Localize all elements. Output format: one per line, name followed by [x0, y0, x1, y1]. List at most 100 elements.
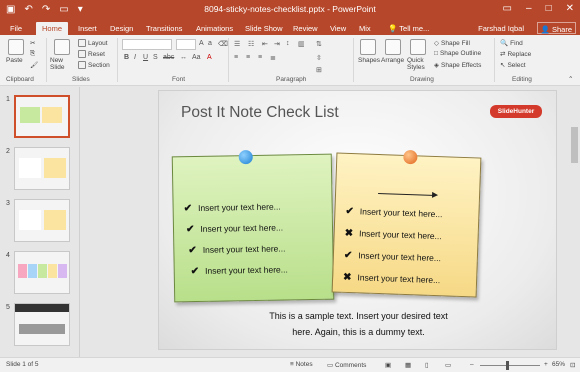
slide-thumbnail-1[interactable] — [14, 95, 70, 138]
clear-formatting-icon[interactable]: ⌫ — [218, 40, 228, 48]
ribbon-display-icon[interactable]: ▭ — [503, 3, 512, 14]
decrease-indent-icon[interactable]: ⇤ — [262, 40, 268, 48]
shape-fill-button[interactable]: ◇ Shape Fill — [434, 39, 470, 48]
thumbnail-number: 2 — [6, 148, 10, 155]
tab-view[interactable]: View — [330, 22, 346, 35]
paste-button[interactable]: Paste — [6, 57, 23, 64]
slide-thumbnail-5[interactable] — [14, 303, 70, 346]
thumb-note-pink — [18, 264, 27, 278]
line-spacing-icon[interactable]: ↕ — [286, 40, 290, 47]
reading-view-icon[interactable]: ▯ — [425, 361, 429, 369]
maximize-icon[interactable]: □ — [546, 3, 552, 14]
replace-button[interactable]: ⇄ Replace — [500, 50, 531, 59]
shrink-font-icon[interactable]: a — [208, 40, 212, 47]
smartart-icon[interactable]: ⊞ — [316, 66, 322, 74]
shape-outline-button[interactable]: □ Shape Outline — [434, 50, 481, 57]
tab-review[interactable]: Review — [293, 22, 318, 35]
collapse-ribbon-icon[interactable]: ⌃ — [568, 75, 573, 83]
tab-file[interactable]: File — [10, 22, 22, 35]
shapes-button[interactable]: Shapes — [358, 57, 380, 64]
grow-font-icon[interactable]: A — [199, 40, 204, 47]
comments-button[interactable]: ▭ Comments — [327, 361, 366, 369]
select-button[interactable]: ↖ Select — [500, 61, 526, 70]
new-slide-icon[interactable] — [54, 39, 70, 55]
slideshow-view-icon[interactable]: ▭ — [445, 361, 451, 369]
sample-text-line-2[interactable]: here. Again, this is a dummy text. — [159, 327, 558, 337]
shapes-icon[interactable] — [360, 39, 376, 55]
italic-icon[interactable]: I — [134, 54, 136, 61]
normal-view-icon[interactable]: ▣ — [385, 361, 391, 369]
slides-group-label: Slides — [72, 76, 90, 83]
quick-styles-button[interactable]: Quick Styles — [407, 57, 431, 71]
cut-icon[interactable]: ✂ — [30, 39, 35, 47]
arrange-button[interactable]: Arrange — [381, 57, 404, 64]
align-right-icon[interactable]: ≡ — [258, 54, 262, 61]
find-button[interactable]: 🔍 Find — [500, 39, 523, 48]
font-name-field[interactable] — [122, 39, 172, 50]
share-icon: 👤 — [540, 25, 552, 34]
align-left-icon[interactable]: ≡ — [234, 54, 238, 61]
slide-thumbnail-3[interactable] — [14, 199, 70, 242]
current-slide[interactable]: Post It Note Check List SlideHunter ✔ Ins… — [158, 90, 557, 350]
justify-icon[interactable]: ≣ — [270, 54, 276, 62]
minimize-icon[interactable]: – — [526, 3, 532, 14]
close-icon[interactable]: ✕ — [566, 3, 574, 14]
tab-transitions[interactable]: Transitions — [146, 22, 182, 35]
change-case-icon[interactable]: Aa — [192, 54, 201, 61]
tab-design[interactable]: Design — [110, 22, 133, 35]
thumbnail-scrollbar[interactable] — [82, 88, 91, 356]
columns-icon[interactable]: ▥ — [298, 40, 305, 48]
zoom-level[interactable]: 65% — [552, 361, 565, 368]
tell-me-box[interactable]: 💡 Tell me... — [388, 22, 429, 35]
green-item-1: ✔ Insert your text here... — [183, 201, 281, 215]
align-text-icon[interactable]: ⇳ — [316, 54, 322, 62]
reset-icon — [78, 50, 86, 58]
tab-animations[interactable]: Animations — [196, 22, 233, 35]
format-painter-icon[interactable]: 🖌 — [30, 61, 38, 69]
tab-home[interactable]: Home — [36, 22, 69, 35]
zoom-slider[interactable] — [480, 365, 540, 366]
copy-icon[interactable]: ⎘ — [30, 50, 35, 58]
strikethrough-icon[interactable]: abc — [163, 54, 174, 61]
reset-button[interactable]: Reset — [78, 50, 105, 58]
shape-effects-button[interactable]: ◈ Shape Effects — [434, 61, 481, 70]
sample-text-line-1[interactable]: This is a sample text. Insert your desir… — [159, 311, 558, 321]
slide-sorter-icon[interactable]: ▦ — [405, 361, 411, 369]
text-direction-icon[interactable]: ⇅ — [316, 40, 322, 48]
tab-slide-show[interactable]: Slide Show — [245, 22, 283, 35]
slide-scrollbar[interactable] — [570, 87, 580, 357]
tab-mix[interactable]: Mix — [359, 22, 371, 35]
slide-title[interactable]: Post It Note Check List — [181, 104, 339, 122]
layout-button[interactable]: Layout — [78, 39, 108, 47]
numbering-icon[interactable]: ☷ — [248, 40, 254, 48]
new-slide-button[interactable]: New Slide — [50, 57, 74, 71]
notes-button[interactable]: ≡ Notes — [290, 361, 313, 368]
green-sticky-note[interactable]: ✔ Insert your text here... ✔ Insert your t… — [171, 149, 335, 303]
paste-icon[interactable] — [8, 39, 24, 55]
char-spacing-icon[interactable]: ↔ — [180, 54, 187, 61]
slide-thumbnail-4[interactable] — [14, 251, 70, 294]
increase-indent-icon[interactable]: ⇥ — [274, 40, 280, 48]
arrange-icon[interactable] — [385, 39, 401, 55]
align-center-icon[interactable]: ≡ — [246, 54, 250, 61]
scrollbar-thumb[interactable] — [571, 127, 578, 163]
font-color-icon[interactable]: A — [207, 54, 212, 61]
yellow-sticky-note[interactable]: ✔ Insert your text here... ✖ Insert your t… — [331, 149, 482, 298]
shape-effects-icon: ◈ — [434, 62, 439, 69]
tab-insert[interactable]: Insert — [78, 22, 97, 35]
shadow-icon[interactable]: S — [153, 54, 158, 61]
bold-icon[interactable]: B — [124, 54, 129, 61]
lightbulb-icon: 💡 — [388, 24, 400, 33]
bullets-icon[interactable]: ☰ — [234, 40, 240, 48]
zoom-out-icon[interactable]: – — [470, 361, 474, 368]
underline-icon[interactable]: U — [143, 54, 148, 61]
slide-thumbnail-2[interactable] — [14, 147, 70, 190]
user-name[interactable]: Farshad Iqbal — [478, 22, 524, 35]
fit-slide-icon[interactable]: ⊡ — [570, 361, 575, 369]
zoom-slider-handle[interactable] — [506, 361, 509, 370]
section-button[interactable]: Section — [78, 61, 110, 69]
zoom-in-icon[interactable]: + — [544, 361, 548, 368]
font-size-field[interactable] — [176, 39, 196, 50]
quick-styles-icon[interactable] — [410, 39, 426, 55]
share-button[interactable]: 👤 Share — [536, 22, 576, 34]
